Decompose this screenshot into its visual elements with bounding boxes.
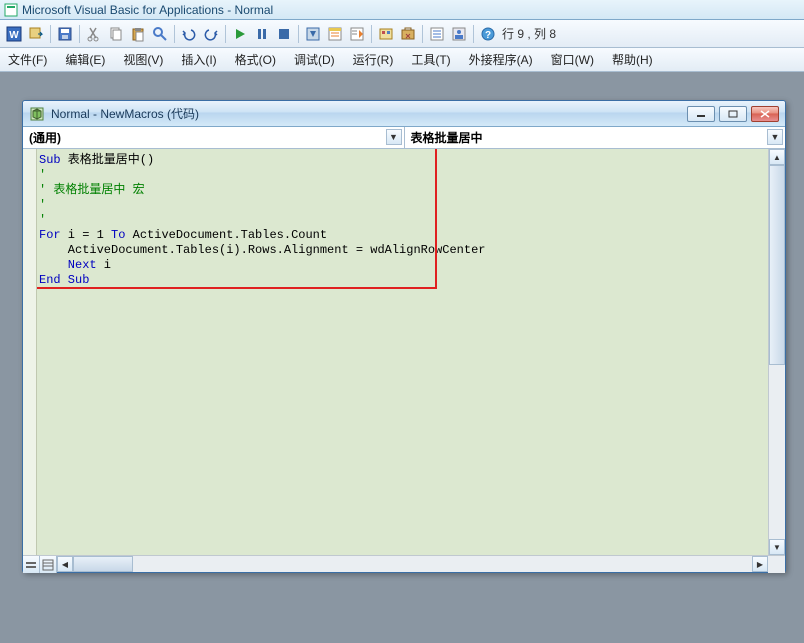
code-text: ActiveDocument.Tables(i).Rows.Alignment … (39, 243, 485, 257)
paste-icon[interactable] (128, 24, 148, 44)
scroll-left-button[interactable]: ◀ (57, 556, 73, 572)
object-dropdown-value: (通用) (29, 129, 61, 146)
procedure-dropdown-value: 表格批量居中 (411, 129, 483, 146)
scroll-thumb[interactable] (769, 165, 785, 365)
menu-file[interactable]: 文件(F) (4, 49, 51, 70)
menu-tools[interactable]: 工具(T) (407, 49, 454, 70)
code-keyword: To (111, 228, 125, 242)
code-comment: ' (39, 198, 46, 212)
full-module-view-button[interactable] (40, 556, 57, 573)
copy-icon[interactable] (106, 24, 126, 44)
horizontal-scrollbar[interactable]: ◀ ▶ (57, 556, 768, 572)
cut-icon[interactable] (84, 24, 104, 44)
menu-help[interactable]: 帮助(H) (608, 49, 657, 70)
scroll-up-button[interactable]: ▲ (769, 149, 785, 165)
code-text: i (97, 258, 111, 272)
code-comment: ' 表格批量居中 宏 (39, 183, 145, 197)
code-dropdowns: (通用) ▼ 表格批量居中 ▼ (23, 127, 785, 149)
menu-addins[interactable]: 外接程序(A) (465, 49, 537, 70)
object-dropdown[interactable]: (通用) ▼ (23, 127, 405, 148)
chevron-down-icon[interactable]: ▼ (767, 129, 783, 145)
design-mode-icon[interactable] (303, 24, 323, 44)
code-window: Normal - NewMacros (代码) (通用) ▼ 表格批量居中 ▼ … (22, 100, 786, 573)
toolbar-btn-b-icon[interactable] (449, 24, 469, 44)
redo-icon[interactable] (201, 24, 221, 44)
code-editor[interactable]: Sub 表格批量居中() ' ' 表格批量居中 宏 ' ' For i = 1 … (37, 149, 768, 555)
app-title: Microsoft Visual Basic for Applications … (22, 3, 273, 17)
svg-text:W: W (9, 30, 19, 41)
chevron-down-icon[interactable]: ▼ (386, 129, 402, 145)
code-comment: ' (39, 168, 46, 182)
menu-format[interactable]: 格式(O) (231, 49, 280, 70)
code-text: i = 1 (61, 228, 111, 242)
mdi-client-area: Normal - NewMacros (代码) (通用) ▼ 表格批量居中 ▼ … (0, 72, 804, 643)
svg-text:?: ? (485, 30, 491, 41)
properties-icon[interactable] (347, 24, 367, 44)
app-icon (4, 3, 18, 17)
object-browser-icon[interactable] (376, 24, 396, 44)
code-keyword: Sub (39, 153, 61, 167)
code-window-title: Normal - NewMacros (代码) (51, 105, 687, 122)
close-button[interactable] (751, 106, 779, 122)
insert-userform-icon[interactable] (26, 24, 46, 44)
menu-run[interactable]: 运行(R) (349, 49, 398, 70)
vertical-scrollbar[interactable]: ▲ ▼ (768, 149, 785, 555)
code-keyword: End Sub (39, 273, 89, 287)
procedure-view-button[interactable] (23, 556, 40, 573)
cursor-position-status: 行 9 , 列 8 (502, 25, 556, 42)
reset-icon[interactable] (274, 24, 294, 44)
undo-icon[interactable] (179, 24, 199, 44)
maximize-button[interactable] (719, 106, 747, 122)
code-window-titlebar[interactable]: Normal - NewMacros (代码) (23, 101, 785, 127)
menu-window[interactable]: 窗口(W) (547, 49, 598, 70)
run-icon[interactable] (230, 24, 250, 44)
procedure-dropdown[interactable]: 表格批量居中 ▼ (405, 127, 786, 148)
project-explorer-icon[interactable] (325, 24, 345, 44)
help-icon[interactable]: ? (478, 24, 498, 44)
code-bottom-bar: ◀ ▶ (23, 555, 785, 572)
menu-edit[interactable]: 编辑(E) (61, 49, 109, 70)
scrollbar-corner (768, 556, 785, 573)
module-icon (29, 106, 45, 122)
code-text: 表格批量居中() (61, 153, 155, 167)
scroll-right-button[interactable]: ▶ (752, 556, 768, 572)
code-comment: ' (39, 213, 46, 227)
code-body: Sub 表格批量居中() ' ' 表格批量居中 宏 ' ' For i = 1 … (23, 149, 785, 555)
code-keyword: Next (39, 258, 97, 272)
scroll-thumb[interactable] (73, 556, 133, 572)
toolbox-icon[interactable] (398, 24, 418, 44)
toolbar: W ? 行 9 , 列 8 (0, 20, 804, 48)
code-keyword: For (39, 228, 61, 242)
menu-insert[interactable]: 插入(I) (177, 49, 220, 70)
menu-debug[interactable]: 调试(D) (290, 49, 339, 70)
minimize-button[interactable] (687, 106, 715, 122)
break-icon[interactable] (252, 24, 272, 44)
find-icon[interactable] (150, 24, 170, 44)
scroll-down-button[interactable]: ▼ (769, 539, 785, 555)
word-icon[interactable]: W (4, 24, 24, 44)
code-text: ActiveDocument.Tables.Count (125, 228, 327, 242)
save-icon[interactable] (55, 24, 75, 44)
code-margin (23, 149, 37, 555)
menu-view[interactable]: 视图(V) (119, 49, 167, 70)
app-titlebar: Microsoft Visual Basic for Applications … (0, 0, 804, 20)
menubar: 文件(F) 编辑(E) 视图(V) 插入(I) 格式(O) 调试(D) 运行(R… (0, 48, 804, 72)
toolbar-btn-a-icon[interactable] (427, 24, 447, 44)
